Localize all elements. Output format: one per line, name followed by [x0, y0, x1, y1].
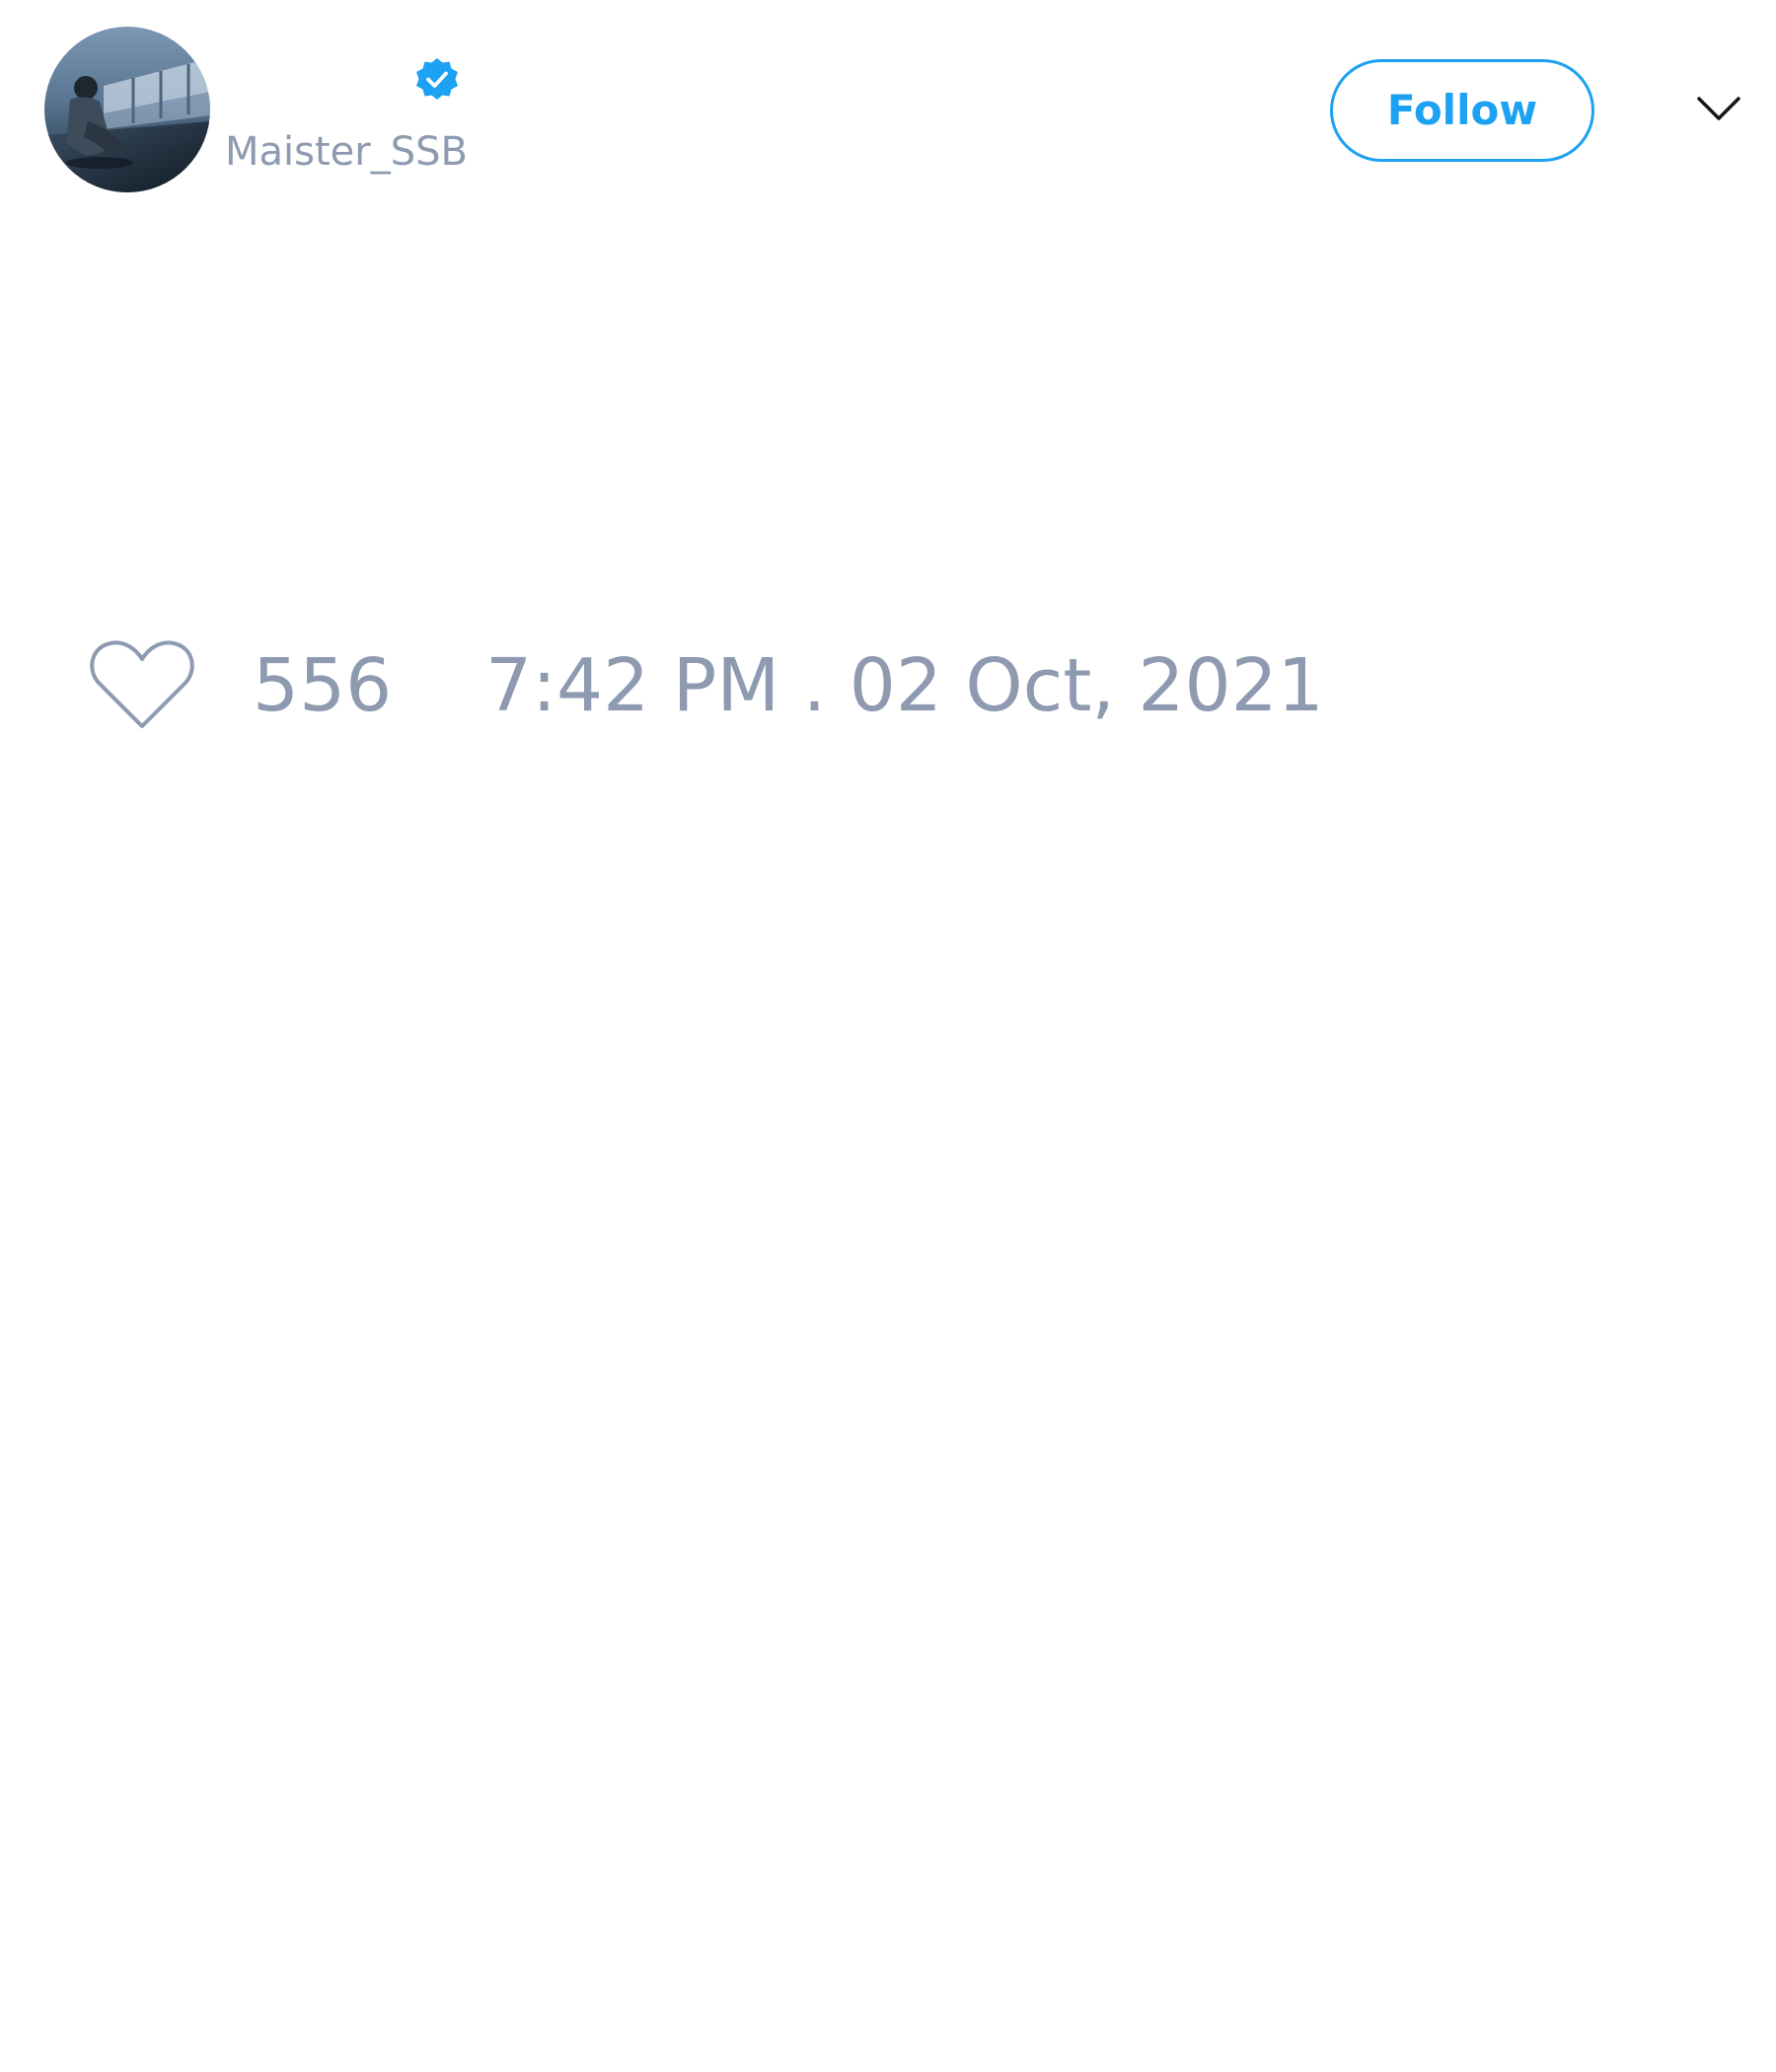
avatar-photo: [44, 27, 210, 192]
follow-button[interactable]: Follow: [1330, 59, 1594, 162]
heart-icon[interactable]: [89, 635, 195, 734]
tweet-header: Maister_SSB Follow: [0, 0, 1776, 227]
tweet-timestamp[interactable]: 7:42 PM . 02 Oct, 2021: [485, 641, 1324, 730]
verified-badge-icon: [416, 58, 458, 100]
avatar[interactable]: [44, 27, 210, 192]
author-handle[interactable]: Maister_SSB: [225, 126, 468, 178]
chevron-down-icon[interactable]: [1695, 91, 1742, 126]
tweet-stats: 556 7:42 PM . 02 Oct, 2021: [0, 622, 1776, 750]
like-count: 556: [253, 643, 393, 728]
